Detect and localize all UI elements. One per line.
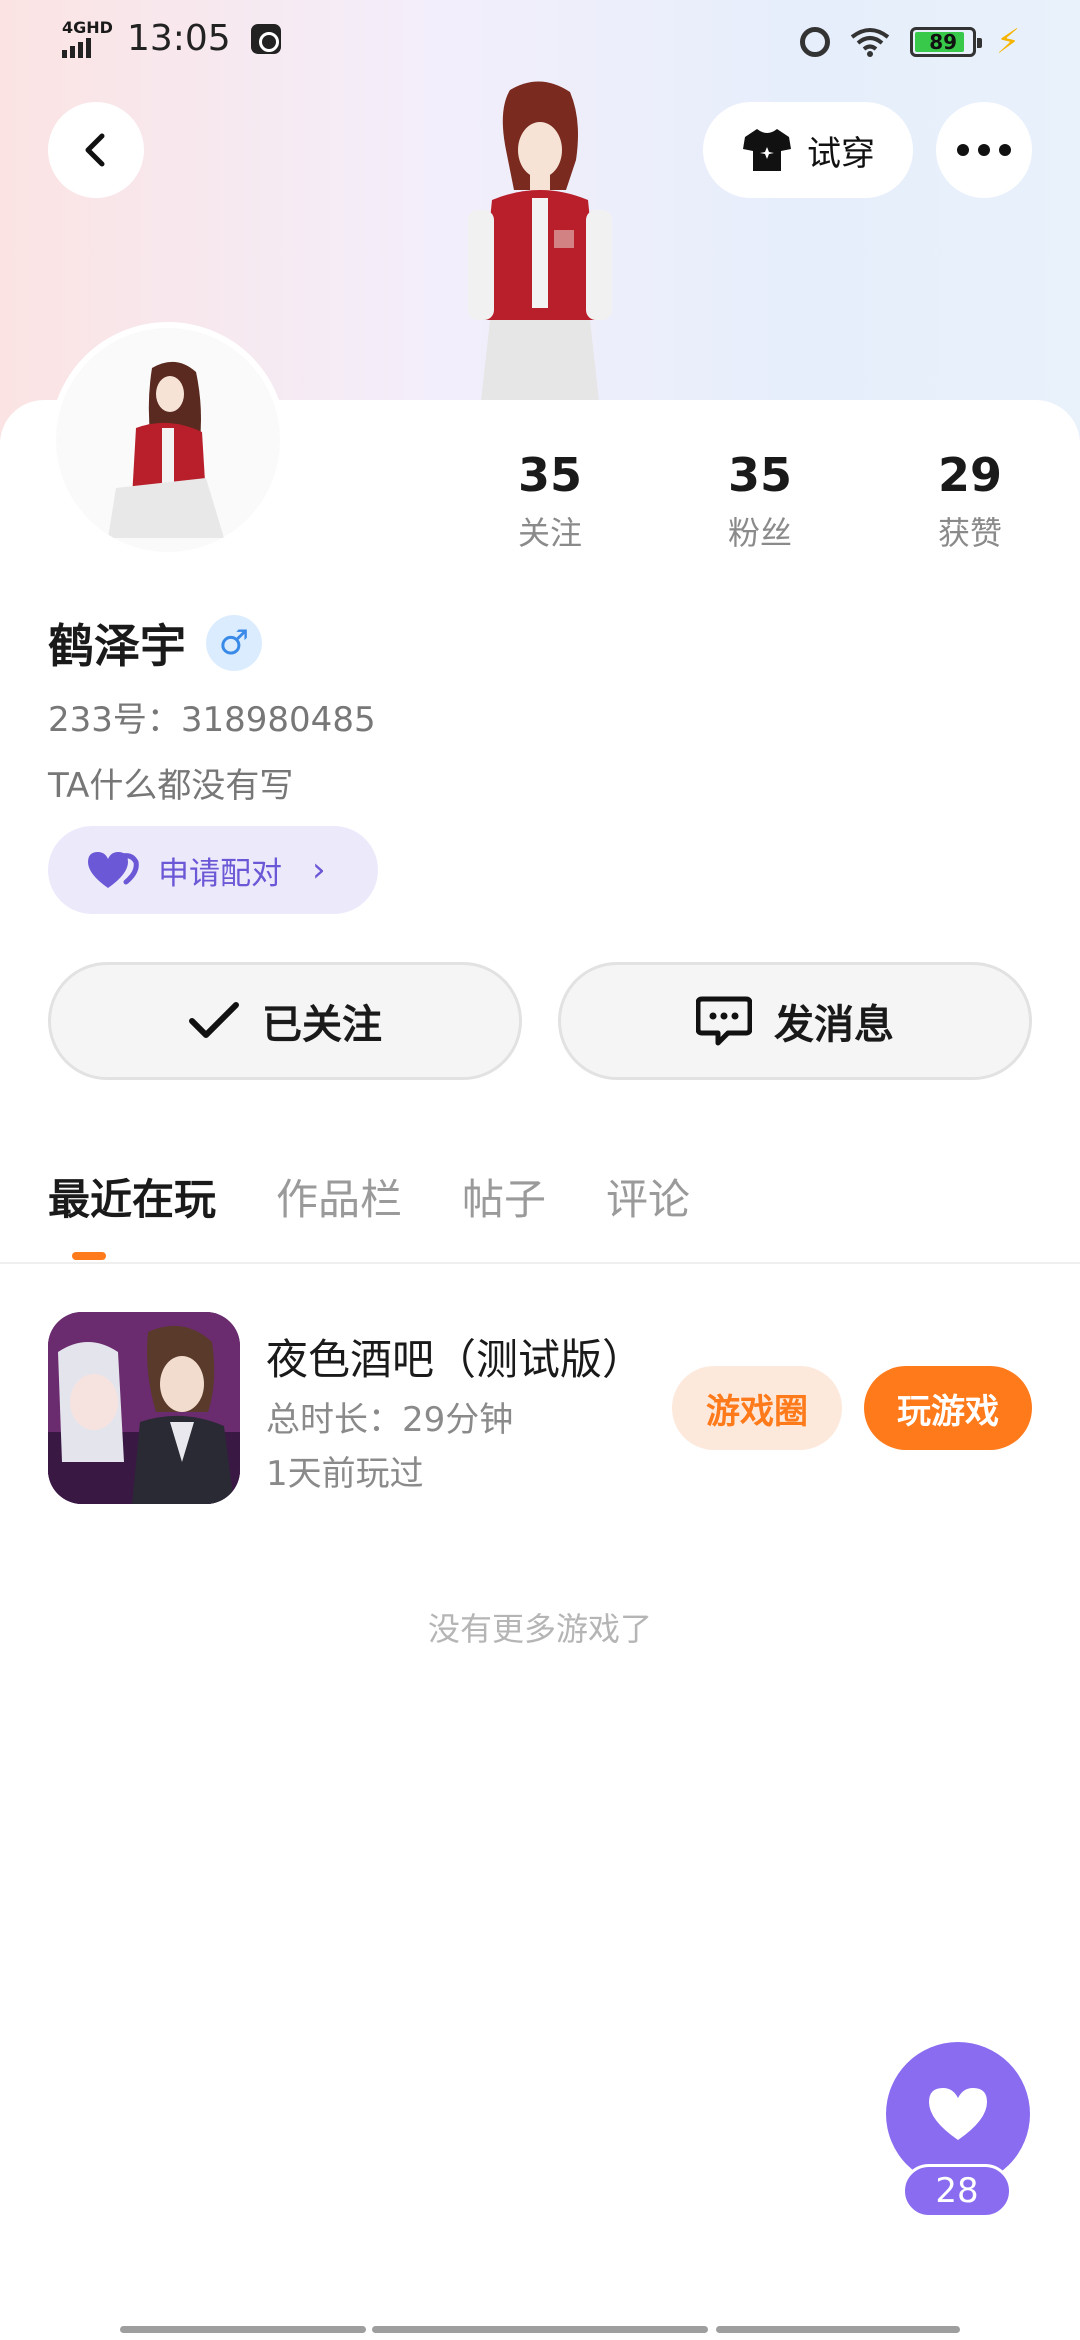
stat-followers[interactable]: 35 粉丝 [690,448,830,554]
wifi-icon [850,28,890,57]
tab-comments[interactable]: 评论 [606,1166,690,1227]
apply-pair-label: 申请配对 [158,855,282,892]
charging-icon: ⚡ [996,22,1020,62]
send-message-button[interactable]: 发消息 [558,962,1032,1080]
try-on-button[interactable]: 试穿 [703,102,913,198]
tab-works[interactable]: 作品栏 [276,1166,402,1227]
game-icon[interactable] [48,1312,240,1504]
apply-pair-button[interactable]: 申请配对 › [48,826,378,914]
status-right: 89 ⚡ [800,22,1020,62]
signal-icon [62,36,91,58]
stat-likes-count: 29 [937,448,1002,502]
profile-stats: 35 关注 35 粉丝 29 获赞 [480,448,1040,554]
stat-following[interactable]: 35 关注 [480,448,620,554]
user-id: 233号：318980485 [48,700,376,740]
heart-icon [929,2088,987,2140]
check-icon [189,1002,239,1038]
chevron-right-icon: › [312,850,326,890]
avatar-3d-figure[interactable] [450,80,630,410]
back-button[interactable] [48,102,144,198]
followed-button[interactable]: 已关注 [48,962,522,1080]
stat-following-count: 35 [517,448,582,502]
avatar-image [56,328,280,552]
battery-icon: 89 [910,27,983,57]
tabs-divider [0,1262,1080,1264]
status-time: 13:05 [126,18,231,59]
tab-recently-played[interactable]: 最近在玩 [48,1166,216,1227]
name-row: 鹤泽宇 ♂ [48,610,262,676]
content-tabs: 最近在玩 作品栏 帖子 评论 [48,1166,690,1227]
battery-level: 89 [929,30,958,54]
active-tab-indicator [72,1252,106,1260]
like-count: 28 [902,2164,1012,2218]
no-more-games-hint: 没有更多游戏了 [427,1610,652,1648]
app-notification-icon [250,23,281,54]
gesture-bar-center[interactable] [372,2326,708,2333]
gesture-bar-right[interactable] [716,2326,960,2333]
stat-followers-label: 粉丝 [727,514,792,552]
more-dots-icon [957,144,1011,156]
chevron-left-icon [85,133,105,167]
stat-following-label: 关注 [517,514,582,552]
game-cover-image [48,1312,240,1504]
stat-followers-count: 35 [727,448,792,502]
chat-bubble-icon [696,996,752,1046]
male-gender-icon: ♂ [206,615,262,671]
game-duration: 总时长：29分钟 [266,1400,514,1440]
user-name: 鹤泽宇 [48,619,186,673]
game-list-item[interactable]: 夜色酒吧（测试版） 总时长：29分钟 1天前玩过 游戏圈 玩游戏 [48,1312,1032,1504]
status-bar: 4GHD 13:05 89 ⚡ [0,0,1080,84]
user-avatar[interactable] [50,322,286,558]
send-message-label: 发消息 [774,1002,894,1048]
signal-indicator: 4GHD [62,17,113,58]
play-game-button[interactable]: 玩游戏 [864,1366,1032,1450]
more-options-button[interactable] [936,102,1032,198]
game-circle-button[interactable]: 游戏圈 [672,1366,842,1450]
followed-label: 已关注 [262,1002,382,1048]
tab-posts[interactable]: 帖子 [462,1166,546,1227]
stat-likes-label: 获赞 [937,514,1002,552]
user-bio: TA什么都没有写 [48,766,294,806]
gesture-bar-left[interactable] [120,2326,366,2333]
stat-likes[interactable]: 29 获赞 [900,448,1040,554]
game-last-played: 1天前玩过 [266,1454,424,1494]
heart-pair-icon [88,852,139,888]
tshirt-icon [743,129,791,171]
network-type-label: 4GHD [62,17,113,37]
alarm-icon [800,27,831,57]
try-on-label: 试穿 [807,133,875,174]
status-left: 4GHD 13:05 [62,18,281,59]
game-title: 夜色酒吧（测试版） [266,1335,645,1384]
